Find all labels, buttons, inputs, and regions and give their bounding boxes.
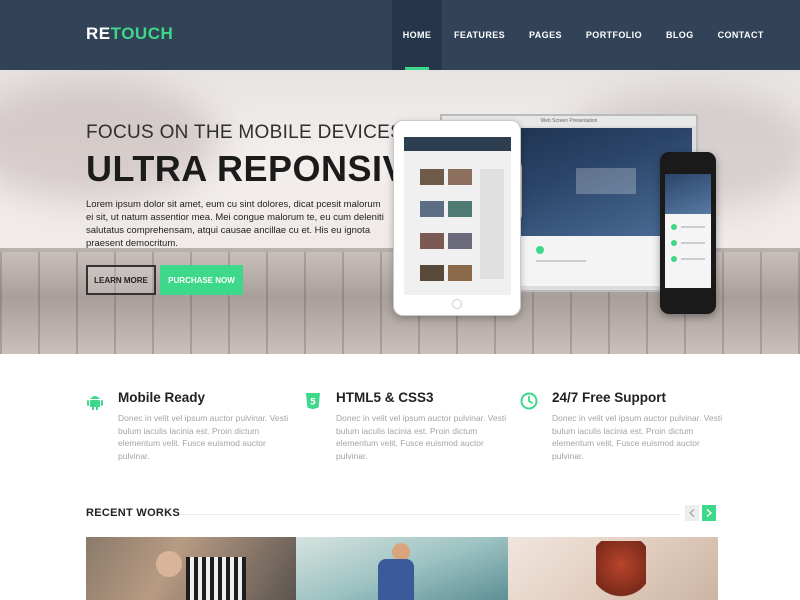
feature-title: 24/7 Free Support [552,390,667,405]
phone-hero [665,174,711,214]
logo[interactable]: RETOUCH [86,24,173,44]
caption-box [576,168,636,194]
dot-icon [671,240,677,246]
text-line [681,226,705,228]
android-icon [87,396,103,410]
hero-description: Lorem ipsum dolor sit amet, eum cu sint … [86,199,384,249]
nav-item-portfolio[interactable]: PORTFOLIO [574,0,654,70]
thumb-image [448,233,472,249]
tablet-header [404,137,511,151]
purchase-now-button[interactable]: PURCHASE NOW [160,265,243,295]
svg-text:5: 5 [310,398,316,408]
text-line [681,242,705,244]
phone-mockup [660,152,716,314]
nav-item-home[interactable]: HOME [392,0,442,70]
chevron-left-icon [689,509,695,517]
next-button[interactable] [702,505,716,521]
thumb-image [420,201,444,217]
thumb-image [420,169,444,185]
thumb-image [448,265,472,281]
portfolio-item[interactable] [86,537,296,600]
logo-part-touch: TOUCH [110,24,174,43]
portfolio-item[interactable] [508,537,718,600]
feature-text: Donec in velit vel ipsum auctor pulvinar… [552,413,723,461]
learn-more-button[interactable]: LEARN MORE [86,265,156,295]
hair-shape [596,541,646,600]
tablet-sidebar [480,169,504,279]
text-line [681,258,705,260]
hero-banner: FOCUS ON THE MOBILE DEVICES ULTRA REPONS… [0,70,800,354]
hero-subtitle: FOCUS ON THE MOBILE DEVICES [86,122,404,143]
top-navbar: RETOUCH HOME FEATURES PAGES PORTFOLIO BL… [0,0,800,70]
feature-title: Mobile Ready [118,390,206,405]
clock-icon [520,392,538,410]
feature-title: HTML5 & CSS3 [336,390,434,405]
recent-works-title: RECENT WORKS [86,507,181,519]
dot-icon [671,224,677,230]
html5-icon: 5 [306,393,320,410]
nav-item-pages[interactable]: PAGES [517,0,574,70]
dot-icon [671,256,677,262]
text-line [536,260,586,262]
tablet-home-button [452,299,462,309]
portfolio-item[interactable] [296,537,508,600]
phone-screen [665,174,711,288]
thumb-image [420,233,444,249]
nav-item-blog[interactable]: BLOG [654,0,706,70]
thumb-image [448,169,472,185]
figure-body [378,559,414,600]
feature-text: Donec in velit vel ipsum auctor pulvinar… [118,413,289,461]
tablet-mockup [393,120,521,316]
figure-shape [156,551,182,577]
feature-text: Donec in velit vel ipsum auctor pulvinar… [336,413,507,461]
dot-icon [536,246,544,254]
striped-shirt [186,557,246,600]
thumb-image [420,265,444,281]
nav-item-contact[interactable]: CONTACT [706,0,776,70]
logo-part-re: RE [86,24,111,43]
prev-button[interactable] [685,505,699,521]
thumb-image [448,201,472,217]
chevron-right-icon [706,509,712,517]
tablet-screen [404,137,511,295]
main-menu: HOME FEATURES PAGES PORTFOLIO BLOG CONTA… [392,0,776,70]
nav-item-features[interactable]: FEATURES [442,0,517,70]
section-divider [180,514,680,515]
hero-title: ULTRA REPONSIVE [86,148,432,189]
